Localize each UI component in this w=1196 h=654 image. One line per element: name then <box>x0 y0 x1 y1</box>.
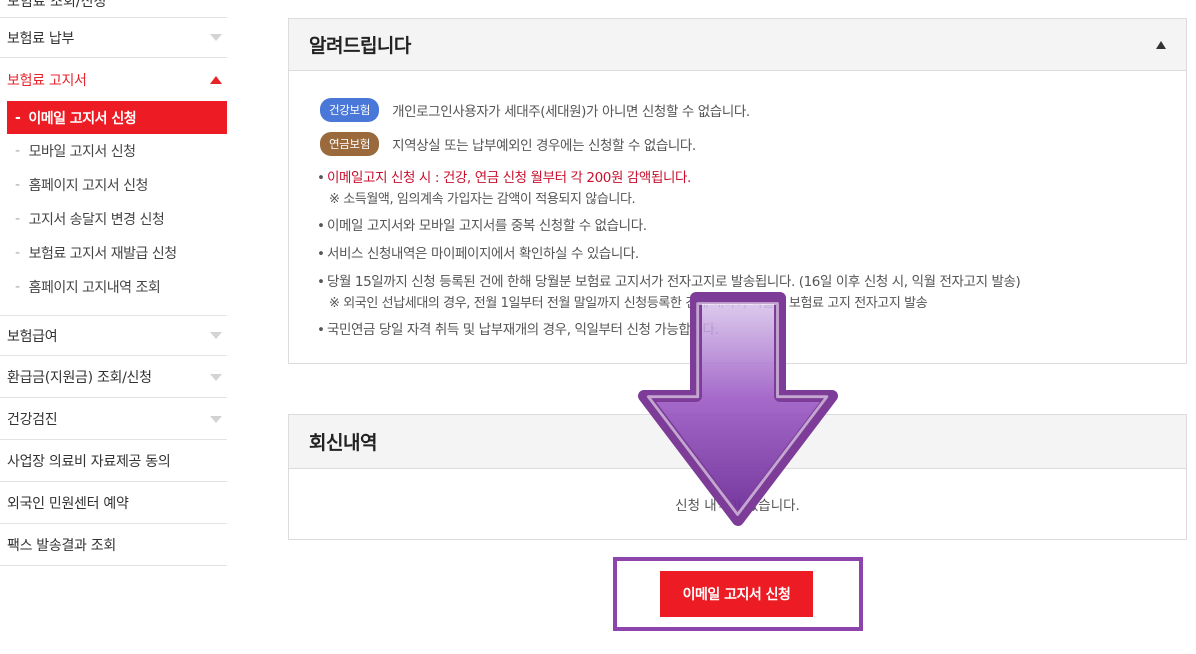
chevron-up-icon <box>210 75 222 84</box>
notice-bullet-text: 당월 15일까지 신청 등록된 건에 한해 당월분 보험료 고지서가 전자고지로… <box>327 274 1021 290</box>
sidebar-subitem-label: 모바일 고지서 신청 <box>28 144 136 160</box>
bullet-icon: • <box>317 322 325 338</box>
sidebar-subitem-label: 홈페이지 고지내역 조회 <box>28 280 161 296</box>
notice-note: ※ 외국인 선납세대의 경우, 전월 1일부터 전월 말일까지 신청등록한 건에… <box>329 296 928 311</box>
notice-badge-text: 지역상실 또는 납부예외인 경우에는 신청할 수 없습니다. <box>392 138 696 154</box>
notice-badge-text: 개인로그인사용자가 세대주(세대원)가 아니면 신청할 수 없습니다. <box>392 104 750 120</box>
notice-title: 알려드립니다 <box>309 35 411 57</box>
sidebar-item-insurance-benefit[interactable]: 보험급여 <box>0 315 227 356</box>
notice-badge-row: 건강보험 개인로그인사용자가 세대주(세대원)가 아니면 신청할 수 없습니다. <box>320 98 750 122</box>
bullet-icon: • <box>317 246 325 262</box>
notice-bullet-text: 서비스 신청내역은 마이페이지에서 확인하실 수 있습니다. <box>327 246 639 262</box>
sidebar-item-fax-result[interactable]: 팩스 발송결과 조회 <box>0 525 227 566</box>
notice-badge-row: 연금보험 지역상실 또는 납부예외인 경우에는 신청할 수 없습니다. <box>320 132 696 156</box>
sidebar-subitem-label: 홈페이지 고지서 신청 <box>28 178 149 194</box>
sidebar-item-health-checkup[interactable]: 건강검진 <box>0 399 227 440</box>
notice-note: ※ 소득월액, 임의계속 가입자는 감액이 적용되지 않습니다. <box>329 192 636 207</box>
sidebar-item-label: 보험급여 <box>7 328 58 345</box>
notice-bullet: • 당월 15일까지 신청 등록된 건에 한해 당월분 보험료 고지서가 전자고지… <box>317 270 1021 290</box>
sidebar-item-cutoff[interactable]: 보험료 조회/신청 <box>7 0 106 11</box>
sidebar-item-premium-payment[interactable]: 보험료 납부 <box>0 17 227 58</box>
sidebar-subitem-email-notice[interactable]: - 이메일 고지서 신청 <box>7 101 227 134</box>
notice-bullet-text: 국민연금 당일 자격 취득 및 납부재개의 경우, 익일부터 신청 가능합니다. <box>327 322 719 338</box>
response-panel: 회신내역 신청 내역이 없습니다. <box>288 414 1187 540</box>
sidebar-item-label: 환급금(지원금) 조회/신청 <box>7 370 152 386</box>
sidebar-item-foreigner-center[interactable]: 외국인 민원센터 예약 <box>0 483 227 524</box>
sidebar-subitem-reissue[interactable]: - 보험료 고지서 재발급 신청 <box>15 236 177 270</box>
sidebar-item-label: 건강검진 <box>7 412 58 428</box>
sidebar-item-label: 보험료 고지서 <box>7 72 87 89</box>
sidebar-subitem-homepage-notice[interactable]: - 홈페이지 고지서 신청 <box>15 168 148 202</box>
sidebar-subitem-label: 이메일 고지서 신청 <box>28 110 137 127</box>
chevron-down-icon <box>210 415 222 423</box>
response-title: 회신내역 <box>309 432 377 454</box>
bullet-icon: • <box>317 170 325 186</box>
dash-icon: - <box>15 245 20 261</box>
sidebar-item-label: 팩스 발송결과 조회 <box>7 538 116 554</box>
collapse-icon[interactable] <box>1156 40 1166 49</box>
sidebar-item-refund[interactable]: 환급금(지원금) 조회/신청 <box>0 357 227 398</box>
sidebar-subitem-delivery-change[interactable]: - 고지서 송달지 변경 신청 <box>15 202 165 236</box>
dash-icon: - <box>15 211 20 227</box>
notice-header[interactable]: 알려드립니다 <box>289 19 1186 71</box>
apply-email-notice-button[interactable]: 이메일 고지서 신청 <box>660 571 813 617</box>
dash-icon: - <box>15 279 20 295</box>
sidebar-item-medical-data-consent[interactable]: 사업장 의료비 자료제공 동의 <box>0 441 227 482</box>
bullet-icon: • <box>317 218 325 234</box>
sidebar-item-label: 외국인 민원센터 예약 <box>7 496 129 512</box>
sidebar-subitem-mobile-notice[interactable]: - 모바일 고지서 신청 <box>15 134 136 168</box>
response-empty-message: 신청 내역이 없습니다. <box>675 498 800 514</box>
chevron-down-icon <box>210 34 222 41</box>
sidebar-item-label: 보험료 납부 <box>7 30 75 47</box>
notice-bullet: • 이메일 고지서와 모바일 고지서를 중복 신청할 수 없습니다. <box>317 214 647 234</box>
dash-icon: - <box>15 143 20 159</box>
pension-insurance-badge: 연금보험 <box>320 132 380 156</box>
notice-bullet: • 서비스 신청내역은 마이페이지에서 확인하실 수 있습니다. <box>317 242 639 262</box>
dash-icon: - <box>15 177 20 193</box>
sidebar-item-premium-notice[interactable]: 보험료 고지서 <box>0 59 227 100</box>
sidebar-item-label: 사업장 의료비 자료제공 동의 <box>7 454 171 470</box>
health-insurance-badge: 건강보험 <box>320 98 380 122</box>
dash-icon: - <box>15 109 21 126</box>
sidebar-subitem-label: 고지서 송달지 변경 신청 <box>28 212 165 228</box>
bullet-icon: • <box>317 274 325 290</box>
notice-panel: 알려드립니다 건강보험 개인로그인사용자가 세대주(세대원)가 아니면 신청할 … <box>288 18 1187 364</box>
sidebar-subitem-homepage-history[interactable]: - 홈페이지 고지내역 조회 <box>15 270 161 304</box>
chevron-down-icon <box>210 373 222 381</box>
notice-bullet: • 국민연금 당일 자격 취득 및 납부재개의 경우, 익일부터 신청 가능합니다… <box>317 318 719 338</box>
sidebar-subitem-label: 보험료 고지서 재발급 신청 <box>28 246 178 262</box>
notice-bullet-text: 이메일고지 신청 시 : 건강, 연금 신청 월부터 각 200원 감액됩니다. <box>327 170 691 186</box>
notice-bullet: • 이메일고지 신청 시 : 건강, 연금 신청 월부터 각 200원 감액됩니다… <box>317 166 691 186</box>
chevron-down-icon <box>210 332 222 339</box>
response-header: 회신내역 <box>289 415 1186 469</box>
notice-bullet-text: 이메일 고지서와 모바일 고지서를 중복 신청할 수 없습니다. <box>327 218 647 234</box>
